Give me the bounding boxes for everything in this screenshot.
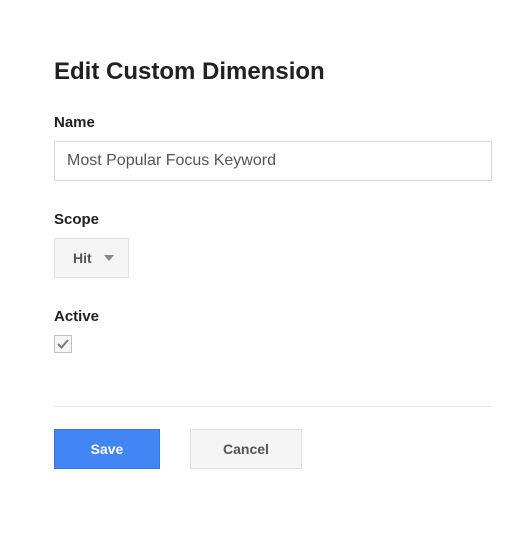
active-checkbox[interactable] [54,335,72,353]
divider [54,406,492,407]
active-label: Active [54,308,492,325]
scope-label: Scope [54,211,492,228]
action-bar: Save Cancel [54,429,492,469]
cancel-button[interactable]: Cancel [190,429,302,469]
name-field-group: Name [54,114,492,181]
name-label: Name [54,114,492,131]
name-input[interactable] [54,141,492,181]
check-icon [56,337,70,351]
active-field-group: Active [54,308,492,356]
save-button[interactable]: Save [54,429,160,469]
page-title: Edit Custom Dimension [54,58,492,86]
scope-field-group: Scope Hit [54,211,492,278]
scope-select[interactable]: Hit [54,238,129,278]
caret-down-icon [104,255,114,261]
scope-value: Hit [73,250,92,266]
